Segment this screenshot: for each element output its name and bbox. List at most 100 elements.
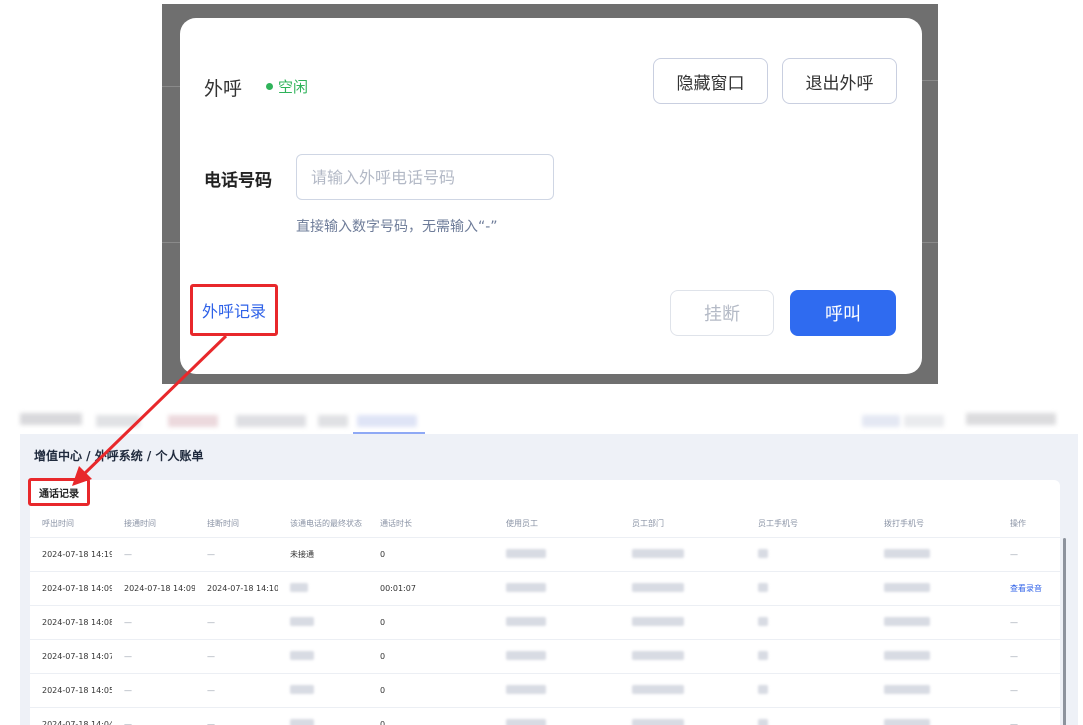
- call-time-cell: 2024-07-18 14:19: [30, 537, 112, 572]
- highlight-box-call-records: 通话记录: [28, 478, 90, 506]
- redacted-value: [290, 685, 314, 694]
- employee-phone-cell: [746, 537, 872, 572]
- redacted-value: [632, 651, 684, 660]
- redacted-value: [884, 583, 930, 592]
- redacted-value: [290, 617, 314, 626]
- column-header: 使用员工: [494, 510, 620, 538]
- blurred-nav-item: [904, 415, 944, 427]
- action-cell: —: [998, 707, 1060, 725]
- action-cell: —: [998, 639, 1060, 674]
- action-cell: —: [998, 605, 1060, 640]
- redacted-value: [506, 719, 546, 725]
- blurred-nav-item: [357, 415, 417, 427]
- background-line: [162, 86, 182, 87]
- final-status-cell: [278, 707, 368, 725]
- dialed-phone-cell: [872, 673, 998, 708]
- redacted-value: [506, 651, 546, 660]
- employee-cell: [494, 639, 620, 674]
- hangup-time-cell: —: [195, 605, 278, 640]
- redacted-value: [758, 583, 768, 592]
- final-status-cell: 未接通: [278, 537, 368, 572]
- redacted-value: [506, 617, 546, 626]
- hangup-time-cell: —: [195, 707, 278, 725]
- table-header-row: 呼出时间 接通时间 挂断时间 该通电话的最终状态 通话时长 使用员工 员工部门 …: [30, 510, 1060, 538]
- background-line: [162, 242, 182, 243]
- final-status-cell: [278, 571, 368, 606]
- final-status-cell: [278, 673, 368, 708]
- call-records-page: 增值中心 / 外呼系统 / 个人账单 通话记录 呼出时间 接通时间 挂断时间 该…: [20, 434, 1078, 725]
- employee-phone-cell: [746, 707, 872, 725]
- table-scrollbar[interactable]: [1063, 538, 1066, 725]
- connect-time-cell: —: [112, 673, 195, 708]
- hide-window-button[interactable]: 隐藏窗口: [653, 58, 768, 104]
- column-header: 挂断时间: [195, 510, 278, 538]
- employee-phone-cell: [746, 639, 872, 674]
- hangup-button[interactable]: 挂断: [670, 290, 774, 336]
- view-recording-link[interactable]: 查看录音: [1010, 584, 1042, 593]
- department-cell: [620, 673, 746, 708]
- redacted-value: [632, 719, 684, 725]
- dialed-phone-cell: [872, 639, 998, 674]
- phone-number-label: 电话号码: [204, 171, 272, 191]
- duration-cell: 0: [368, 605, 494, 640]
- table-row: 2024-07-18 14:19 — — 未接通 0 —: [30, 537, 1060, 572]
- status-dot-icon: [266, 83, 273, 90]
- duration-cell: 0: [368, 707, 494, 725]
- redacted-value: [884, 685, 930, 694]
- employee-cell: [494, 605, 620, 640]
- redacted-value: [884, 617, 930, 626]
- blurred-nav-item: [236, 415, 306, 427]
- table-row: 2024-07-18 14:07 — — 0 —: [30, 639, 1060, 674]
- outbound-call-screenshot: 外呼 空闲 隐藏窗口 退出外呼 电话号码 直接输入数字号码，无需输入“-” 外呼…: [162, 4, 938, 384]
- department-cell: [620, 639, 746, 674]
- phone-input-hint: 直接输入数字号码，无需输入“-”: [296, 219, 498, 235]
- table-row: 2024-07-18 14:04 — — 0 —: [30, 707, 1060, 725]
- dialed-phone-cell: [872, 537, 998, 572]
- department-cell: [620, 571, 746, 606]
- call-button[interactable]: 呼叫: [790, 290, 896, 336]
- employee-phone-cell: [746, 673, 872, 708]
- duration-cell: 00:01:07: [368, 571, 494, 606]
- connect-time-cell: —: [112, 605, 195, 640]
- redacted-value: [290, 719, 314, 725]
- redacted-value: [290, 583, 308, 592]
- action-cell: 查看录音: [998, 571, 1060, 606]
- final-status-cell: [278, 639, 368, 674]
- redacted-value: [290, 651, 314, 660]
- column-header: 员工手机号: [746, 510, 872, 538]
- redacted-value: [758, 719, 768, 725]
- column-header: 呼出时间: [30, 510, 112, 538]
- column-header: 通话时长: [368, 510, 494, 538]
- call-time-cell: 2024-07-18 14:05: [30, 673, 112, 708]
- redacted-value: [632, 685, 684, 694]
- redacted-value: [884, 651, 930, 660]
- hangup-time-cell: —: [195, 537, 278, 572]
- highlight-box-outbound-records: 外呼记录: [190, 284, 278, 336]
- redacted-value: [758, 685, 768, 694]
- call-time-cell: 2024-07-18 14:08: [30, 605, 112, 640]
- redacted-value: [884, 549, 930, 558]
- exit-outbound-button[interactable]: 退出外呼: [782, 58, 897, 104]
- status-badge: 空闲: [266, 76, 308, 97]
- column-header: 接通时间: [112, 510, 195, 538]
- call-time-cell: 2024-07-18 14:09: [30, 571, 112, 606]
- connect-time-cell: 2024-07-18 14:09: [112, 571, 195, 606]
- employee-cell: [494, 537, 620, 572]
- redacted-value: [884, 719, 930, 725]
- blurred-nav-item: [966, 413, 1056, 425]
- column-header: 操作: [998, 510, 1060, 538]
- status-text: 空闲: [278, 78, 309, 96]
- phone-number-input[interactable]: [296, 154, 554, 200]
- redacted-value: [758, 651, 768, 660]
- action-cell: —: [998, 537, 1060, 572]
- column-header: 该通电话的最终状态: [278, 510, 368, 538]
- outbound-records-link[interactable]: 外呼记录: [202, 298, 266, 322]
- column-header: 拨打手机号: [872, 510, 998, 538]
- hangup-time-cell: —: [195, 673, 278, 708]
- blurred-nav-item: [96, 415, 140, 427]
- redacted-value: [506, 583, 546, 592]
- redacted-value: [632, 583, 684, 592]
- call-time-cell: 2024-07-18 14:04: [30, 707, 112, 725]
- dialog-title: 外呼: [204, 78, 243, 100]
- employee-cell: [494, 673, 620, 708]
